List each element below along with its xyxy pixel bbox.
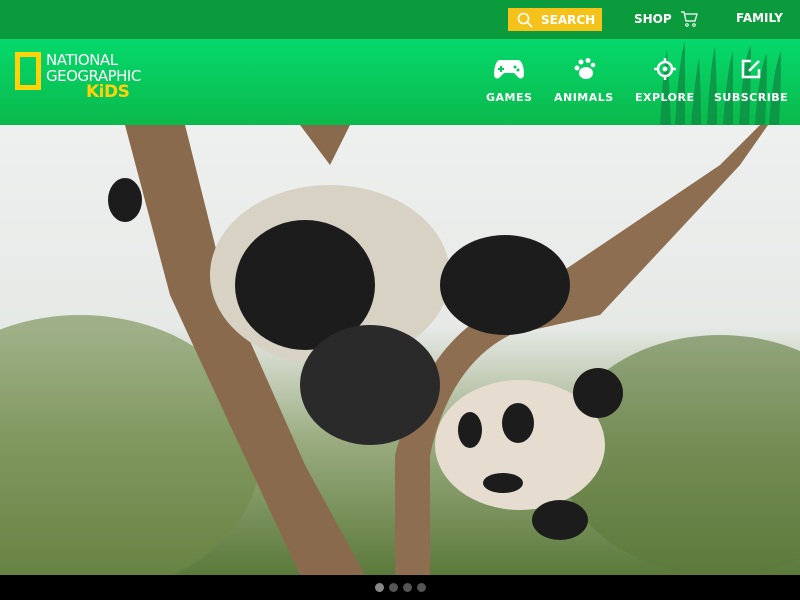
nav-animals[interactable]: ANIMALS	[554, 57, 614, 104]
nav-subscribe[interactable]: SUBSCRIBE	[714, 57, 788, 104]
carousel-dot-1[interactable]	[374, 583, 384, 592]
nav-explore-label: EXPLORE	[635, 91, 695, 104]
logo-line-kids: KiDS	[86, 82, 130, 102]
edit-icon	[741, 59, 761, 79]
top-bar: SEARCH SHOP FAMILY	[0, 0, 800, 39]
family-link[interactable]: FAMILY	[736, 11, 783, 25]
logo-yellow-border	[15, 52, 41, 90]
nav-games[interactable]: GAMES	[486, 57, 532, 104]
search-icon	[517, 12, 533, 28]
nav-explore[interactable]: EXPLORE	[635, 57, 695, 104]
paw-icon	[574, 58, 596, 79]
carousel-dot-2[interactable]	[388, 583, 398, 592]
natgeo-kids-logo[interactable]: NATIONAL GEOGRAPHIC KiDS	[15, 51, 141, 102]
nav-animals-label: ANIMALS	[554, 91, 614, 104]
logo-line-national: NATIONAL	[46, 51, 118, 69]
carousel-indicators	[0, 575, 800, 600]
search-label: SEARCH	[541, 12, 596, 27]
panda-photo	[0, 125, 800, 575]
carousel-dot-4[interactable]	[416, 583, 426, 592]
gamepad-icon	[494, 60, 525, 79]
hero-image-panda[interactable]	[0, 125, 800, 575]
main-nav: NATIONAL GEOGRAPHIC KiDS GAMES ANIMALS E…	[0, 39, 800, 125]
shop-label: SHOP	[634, 12, 672, 26]
crosshair-icon	[653, 58, 676, 80]
cart-icon	[680, 11, 698, 27]
search-button[interactable]: SEARCH	[508, 8, 602, 31]
carousel-dot-3[interactable]	[402, 583, 412, 592]
nav-subscribe-label: SUBSCRIBE	[714, 91, 789, 104]
shop-link[interactable]: SHOP	[634, 11, 698, 27]
nav-games-label: GAMES	[486, 91, 533, 104]
